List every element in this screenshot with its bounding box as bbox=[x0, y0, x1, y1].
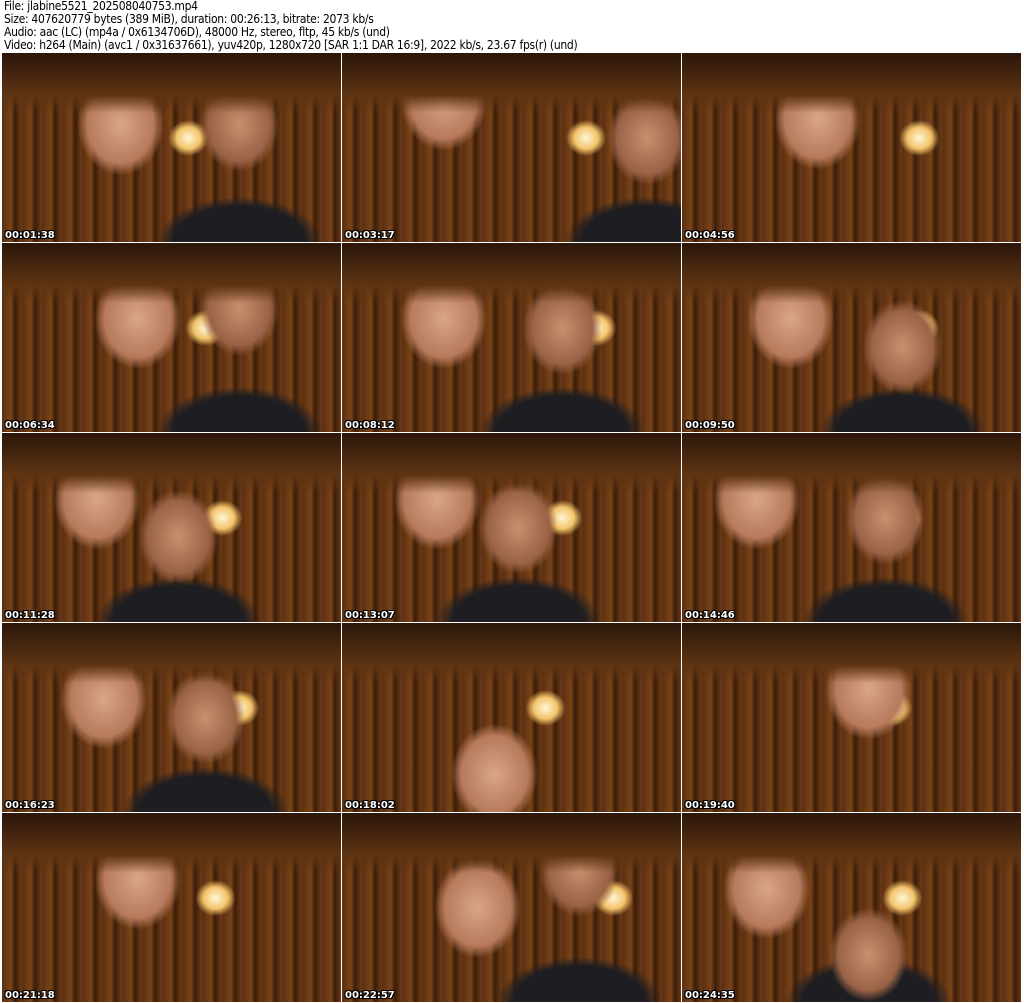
thumbnail-timestamp: 00:16:23 bbox=[5, 800, 55, 811]
thumbnail-timestamp: 00:08:12 bbox=[345, 420, 395, 431]
thumbnail-timestamp: 00:09:50 bbox=[685, 420, 735, 431]
thumbnail-timestamp: 00:06:34 bbox=[5, 420, 55, 431]
video-thumbnail[interactable]: 00:22:57 bbox=[342, 813, 681, 1002]
video-thumbnail[interactable]: 00:14:46 bbox=[682, 433, 1021, 622]
thumbnail-timestamp: 00:13:07 bbox=[345, 610, 395, 621]
video-thumbnail[interactable]: 00:19:40 bbox=[682, 623, 1021, 812]
thumbnail-timestamp: 00:01:38 bbox=[5, 230, 55, 241]
thumbnail-timestamp: 00:18:02 bbox=[345, 800, 395, 811]
video-thumbnail[interactable]: 00:21:18 bbox=[2, 813, 341, 1002]
video-thumbnail[interactable]: 00:13:07 bbox=[342, 433, 681, 622]
thumbnail-timestamp: 00:14:46 bbox=[685, 610, 735, 621]
video-thumbnail[interactable]: 00:06:34 bbox=[2, 243, 341, 432]
video-thumbnail[interactable]: 00:11:28 bbox=[2, 433, 341, 622]
thumbnail-timestamp: 00:11:28 bbox=[5, 610, 55, 621]
video-line: Video: h264 (Main) (avc1 / 0x31637661), … bbox=[4, 38, 578, 52]
video-thumbnail[interactable]: 00:04:56 bbox=[682, 53, 1021, 242]
video-thumbnail[interactable]: 00:18:02 bbox=[342, 623, 681, 812]
thumbnail-timestamp: 00:22:57 bbox=[345, 990, 395, 1001]
thumbnail-timestamp: 00:24:35 bbox=[685, 990, 735, 1001]
thumbnail-grid: 00:01:38 00:03:17 00:04:56 00:06:34 00:08:12… bbox=[2, 53, 1022, 1002]
video-thumbnail[interactable]: 00:01:38 bbox=[2, 53, 341, 242]
video-thumbnail[interactable]: 00:16:23 bbox=[2, 623, 341, 812]
video-thumbnail[interactable]: 00:09:50 bbox=[682, 243, 1021, 432]
thumbnail-timestamp: 00:03:17 bbox=[345, 230, 395, 241]
video-thumbnail[interactable]: 00:03:17 bbox=[342, 53, 681, 242]
video-thumbnail[interactable]: 00:24:35 bbox=[682, 813, 1021, 1002]
thumbnail-timestamp: 00:19:40 bbox=[685, 800, 735, 811]
file-info-header: File: jlabine5521_202508040753.mp4 Size:… bbox=[4, 0, 578, 52]
thumbnail-timestamp: 00:21:18 bbox=[5, 990, 55, 1001]
thumbnail-timestamp: 00:04:56 bbox=[685, 230, 735, 241]
video-thumbnail[interactable]: 00:08:12 bbox=[342, 243, 681, 432]
